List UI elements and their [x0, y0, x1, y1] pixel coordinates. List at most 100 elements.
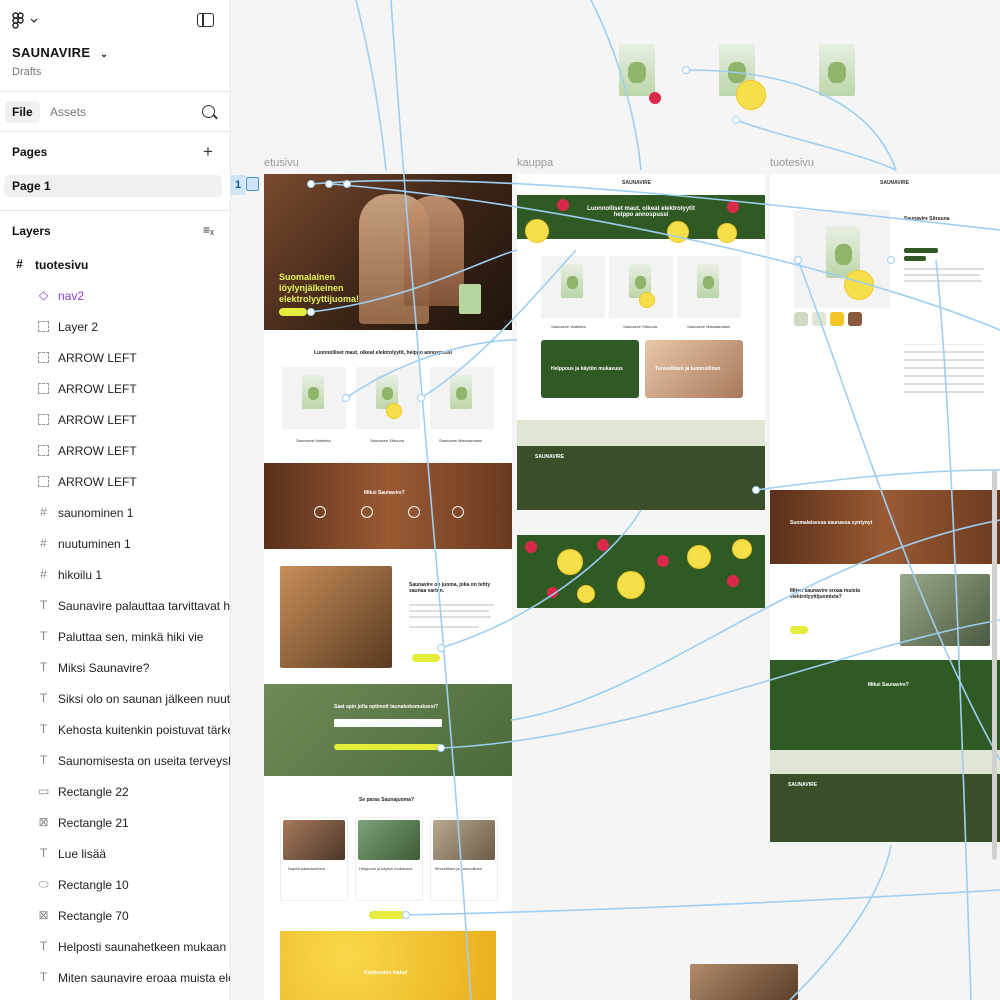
rectangle-icon: ▭: [38, 784, 50, 798]
prototype-hotspot[interactable]: [682, 66, 690, 74]
product-card[interactable]: [356, 367, 420, 429]
layer-item[interactable]: # hikoilu 1: [0, 560, 230, 591]
prototype-hotspot[interactable]: [437, 744, 445, 752]
layer-item[interactable]: ARROW LEFT: [0, 374, 230, 405]
layer-item[interactable]: ARROW LEFT: [0, 405, 230, 436]
thumbnail[interactable]: [830, 312, 844, 326]
layer-item[interactable]: ⊠ Rectangle 21: [0, 808, 230, 839]
prototype-hotspot[interactable]: [325, 180, 333, 188]
prototype-hotspot[interactable]: [307, 180, 315, 188]
thumbnail[interactable]: [794, 312, 808, 326]
product-name: Saunavire Maustamaton: [687, 324, 731, 329]
design-canvas[interactable]: etusivu kauppa tuotesivu 1 Suomalainen l…: [231, 0, 1000, 1000]
prototype-hotspot[interactable]: [342, 394, 350, 402]
layer-item[interactable]: ARROW LEFT: [0, 467, 230, 498]
add-to-cart-button[interactable]: [904, 248, 938, 253]
frame-label-kauppa[interactable]: kauppa: [517, 157, 553, 169]
prototype-hotspot[interactable]: [417, 394, 425, 402]
selection-number[interactable]: 1: [231, 175, 245, 195]
prototype-hotspot[interactable]: [794, 256, 802, 264]
thumbnail[interactable]: [848, 312, 862, 326]
layer-item[interactable]: ARROW LEFT: [0, 436, 230, 467]
frame-icon: #: [16, 257, 23, 271]
tab-file[interactable]: File: [5, 101, 40, 123]
layer-label: nav2: [58, 289, 85, 303]
text-icon: T: [39, 629, 48, 643]
product-card[interactable]: [430, 367, 494, 429]
hero-cta-button[interactable]: [279, 308, 307, 316]
buy-now-button[interactable]: [904, 256, 926, 261]
frame-kauppa[interactable]: SAUNAVIRE Luonnolliset maut, oikeat elek…: [517, 174, 765, 510]
layer-label: Saunomisesta on useita terveyshy: [58, 754, 230, 768]
prototype-hotspot[interactable]: [307, 308, 315, 316]
benefit-card[interactable]: [430, 817, 498, 901]
layer-label: tuotesivu: [35, 258, 89, 272]
figma-menu-icon[interactable]: [12, 12, 42, 30]
layer-item[interactable]: # saunominen 1: [0, 498, 230, 529]
layer-label: nuutuminen 1: [58, 537, 131, 551]
frame-label-tuotesivu[interactable]: tuotesivu: [770, 157, 814, 169]
prototype-hotspot[interactable]: [887, 256, 895, 264]
layer-item[interactable]: ⊠ Rectangle 70: [0, 901, 230, 932]
layer-item[interactable]: ◇ nav2: [0, 281, 230, 312]
layer-item[interactable]: ARROW LEFT: [0, 343, 230, 374]
project-name[interactable]: SAUNAVIRE ⌄: [12, 45, 108, 60]
product-card[interactable]: [282, 367, 346, 429]
prototype-hotspot[interactable]: [343, 180, 351, 188]
product-card[interactable]: [541, 256, 605, 318]
thumbnail[interactable]: [812, 312, 826, 326]
component-icon: ◇: [38, 288, 49, 302]
product-image[interactable]: [619, 44, 655, 96]
chevron-down-icon[interactable]: ⌄: [100, 49, 108, 59]
search-icon[interactable]: [202, 105, 215, 118]
paragraph: [409, 604, 494, 606]
product-card[interactable]: [609, 256, 673, 318]
layer-item[interactable]: ▭ Rectangle 22: [0, 777, 230, 808]
subscribe-button[interactable]: [334, 744, 442, 750]
layer-item[interactable]: T Saunomisesta on useita terveyshy: [0, 746, 230, 777]
benefit-card[interactable]: [280, 817, 348, 901]
product-card[interactable]: [677, 256, 741, 318]
product-image-main[interactable]: [794, 210, 890, 308]
layer-item[interactable]: T Miksi Saunavire?: [0, 653, 230, 684]
frame-tuotesivu[interactable]: SAUNAVIRE Saunavire Sitruuna Suomalaises…: [770, 174, 1000, 842]
layers-menu-icon[interactable]: ≡ₓ: [203, 223, 214, 237]
prototype-start-icon[interactable]: [246, 177, 259, 191]
prototype-hotspot[interactable]: [437, 644, 445, 652]
layer-item[interactable]: T Paluttaa sen, minkä hiki vie: [0, 622, 230, 653]
layer-item[interactable]: T Kehosta kuitenkin poistuvat tärkeä: [0, 715, 230, 746]
layer-item[interactable]: T Helposti saunahetkeen mukaan ot: [0, 932, 230, 963]
layer-item[interactable]: # tuotesivu: [0, 250, 230, 281]
prototype-hotspot[interactable]: [402, 911, 410, 919]
add-page-icon[interactable]: +: [203, 143, 213, 160]
prototype-hotspot[interactable]: [752, 486, 760, 494]
email-input[interactable]: [334, 719, 442, 727]
read-more-button[interactable]: [412, 654, 440, 662]
frame-etusivu[interactable]: Suomalainen löylynjälkeinen elektrolyytt…: [264, 174, 512, 1000]
page-item-page-1[interactable]: Page 1: [4, 175, 222, 197]
pages-title: Pages: [12, 145, 48, 159]
layer-item[interactable]: T Siksi olo on saunan jälkeen nuutur: [0, 684, 230, 715]
frame-label-etusivu[interactable]: etusivu: [264, 157, 299, 169]
person-photo: [900, 574, 990, 646]
card-title: Nopea palautuminen: [288, 866, 325, 871]
canvas-scrollbar[interactable]: [992, 470, 997, 860]
shop-button[interactable]: [369, 911, 405, 919]
benefit-card[interactable]: [355, 817, 423, 901]
paragraph: [409, 626, 479, 628]
prototype-hotspot[interactable]: [732, 116, 740, 124]
layer-item[interactable]: ⬭ Rectangle 10: [0, 870, 230, 901]
read-more-button[interactable]: [790, 626, 808, 634]
product-image[interactable]: [819, 44, 855, 96]
layer-item[interactable]: # nuutuminen 1: [0, 529, 230, 560]
text-icon: T: [39, 753, 48, 767]
layer-label: Rectangle 21: [58, 816, 129, 830]
sidebar-toggle-icon[interactable]: [197, 13, 214, 27]
fruit-image[interactable]: [517, 535, 765, 608]
layer-item[interactable]: Layer 2: [0, 312, 230, 343]
partial-image[interactable]: [690, 964, 798, 1000]
layer-item[interactable]: T Lue lisää: [0, 839, 230, 870]
tab-assets[interactable]: Assets: [43, 101, 93, 123]
layer-item[interactable]: T Miten saunavire eroaa muista elek: [0, 963, 230, 994]
layer-item[interactable]: T Saunavire palauttaa tarvittavat hiv: [0, 591, 230, 622]
